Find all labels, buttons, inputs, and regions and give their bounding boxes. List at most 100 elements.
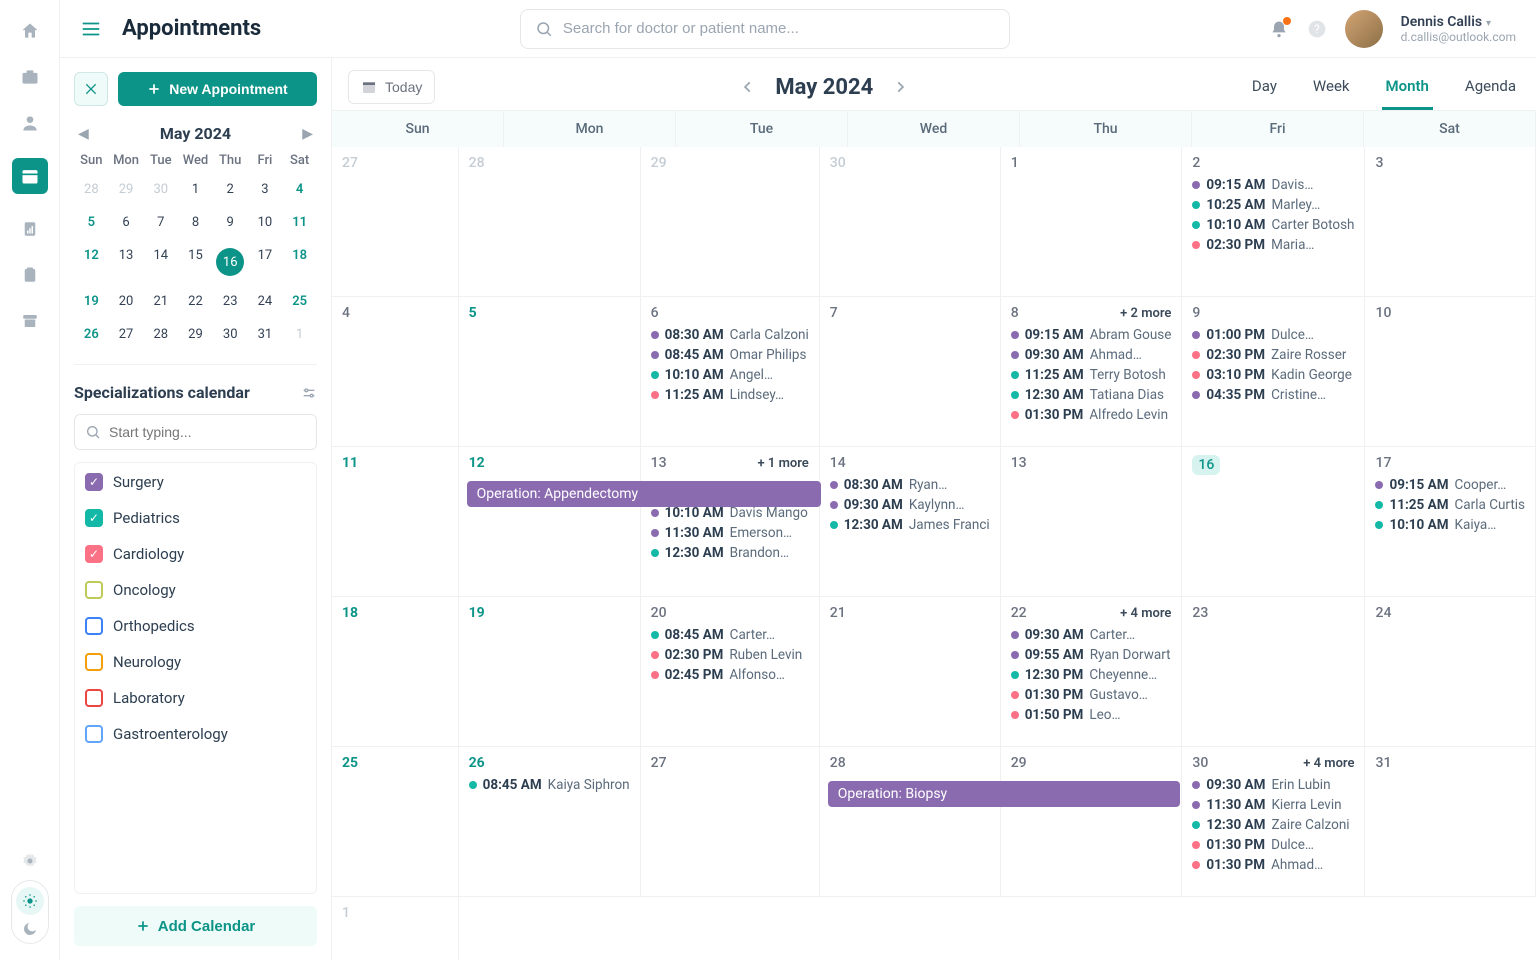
- mini-day[interactable]: 30: [143, 178, 178, 201]
- appointment-item[interactable]: 01:30 PMGustavo…: [1011, 687, 1172, 703]
- day-cell[interactable]: 16: [1182, 447, 1365, 597]
- day-cell[interactable]: 22+ 4 more09:30 AMCarter…09:55 AMRyan Do…: [1001, 597, 1183, 747]
- checkbox[interactable]: [85, 725, 103, 743]
- mini-day[interactable]: 31: [248, 323, 283, 346]
- appointment-item[interactable]: 11:25 AMLindsey…: [651, 387, 809, 403]
- day-cell[interactable]: 19: [459, 597, 641, 747]
- appointment-item[interactable]: 10:25 AMMarley…: [1192, 197, 1354, 213]
- mini-day[interactable]: 14: [143, 244, 178, 280]
- search-input[interactable]: [563, 20, 995, 37]
- mini-day[interactable]: 18: [282, 244, 317, 280]
- mini-next-month[interactable]: ▶: [302, 126, 313, 142]
- appointment-item[interactable]: 11:30 AMKierra Levin: [1192, 797, 1354, 813]
- day-cell[interactable]: 1: [1001, 147, 1183, 297]
- mini-day[interactable]: 9: [213, 211, 248, 234]
- mini-day[interactable]: 15: [178, 244, 213, 280]
- view-tab-week[interactable]: Week: [1309, 65, 1354, 110]
- mini-day[interactable]: 3: [248, 178, 283, 201]
- appointment-item[interactable]: 09:30 AMAhmad…: [1011, 347, 1172, 363]
- view-tab-day[interactable]: Day: [1248, 65, 1281, 110]
- mini-day[interactable]: 8: [178, 211, 213, 234]
- mini-day[interactable]: 29: [109, 178, 144, 201]
- search-box[interactable]: [520, 9, 1010, 49]
- day-cell[interactable]: 8+ 2 more09:15 AMAbram Gouse09:30 AMAhma…: [1001, 297, 1183, 447]
- prev-month-button[interactable]: [741, 80, 755, 94]
- mini-day[interactable]: 21: [143, 290, 178, 313]
- mini-day[interactable]: 6: [109, 211, 144, 234]
- mini-day[interactable]: 16: [213, 244, 248, 280]
- day-cell[interactable]: 28: [459, 147, 641, 297]
- mini-day[interactable]: 1: [178, 178, 213, 201]
- mini-day[interactable]: 30: [213, 323, 248, 346]
- day-cell[interactable]: 4: [332, 297, 459, 447]
- day-cell[interactable]: 209:15 AMDavis…10:25 AMMarley…10:10 AMCa…: [1182, 147, 1365, 297]
- specialization-item[interactable]: Laboratory: [85, 689, 306, 707]
- mini-day[interactable]: 12: [74, 244, 109, 280]
- mini-day[interactable]: 4: [282, 178, 317, 201]
- appointment-item[interactable]: 12:30 PMCheyenne…: [1011, 667, 1172, 683]
- nav-briefcase-icon[interactable]: [19, 66, 41, 88]
- appointment-item[interactable]: 09:15 AMDavis…: [1192, 177, 1354, 193]
- day-cell[interactable]: 1408:30 AMRyan…09:30 AMKaylynn…12:30 AMJ…: [820, 447, 1001, 597]
- day-cell[interactable]: 1709:15 AMCooper…11:25 AMCarla Curtis10:…: [1365, 447, 1536, 597]
- filter-icon[interactable]: [301, 385, 317, 401]
- nav-calendar-icon[interactable]: [12, 158, 48, 194]
- appointment-item[interactable]: 01:00 PMDulce…: [1192, 327, 1354, 343]
- nav-archive-icon[interactable]: [19, 310, 41, 332]
- day-cell[interactable]: 23: [1182, 597, 1365, 747]
- appointment-item[interactable]: 02:45 PMAlfonso…: [651, 667, 809, 683]
- mini-day[interactable]: 13: [109, 244, 144, 280]
- day-cell[interactable]: 13: [1001, 447, 1183, 597]
- specialization-search-input[interactable]: [109, 424, 306, 440]
- checkbox[interactable]: [85, 653, 103, 671]
- user-menu[interactable]: Dennis Callis▾ d.callis@outlook.com: [1401, 14, 1516, 44]
- notifications-icon[interactable]: [1269, 19, 1289, 39]
- specialization-item[interactable]: ✓Cardiology: [85, 545, 306, 563]
- day-cell[interactable]: 10: [1365, 297, 1536, 447]
- mini-prev-month[interactable]: ◀: [78, 126, 89, 142]
- mini-day[interactable]: 1: [282, 323, 317, 346]
- appointment-item[interactable]: 09:30 AMErin Lubin: [1192, 777, 1354, 793]
- help-icon[interactable]: ?: [1307, 19, 1327, 39]
- day-cell[interactable]: 7: [820, 297, 1001, 447]
- event-banner[interactable]: Operation: Appendectomy: [467, 481, 821, 507]
- event-banner[interactable]: Operation: Biopsy: [828, 781, 1180, 807]
- view-tab-agenda[interactable]: Agenda: [1461, 65, 1520, 110]
- nav-user-icon[interactable]: [19, 112, 41, 134]
- checkbox[interactable]: ✓: [85, 473, 103, 491]
- specialization-item[interactable]: Oncology: [85, 581, 306, 599]
- appointment-item[interactable]: 12:30 AMJames Franci: [830, 517, 990, 533]
- appointment-item[interactable]: 09:15 AMAbram Gouse: [1011, 327, 1172, 343]
- day-cell[interactable]: 13+ 1 more10:10 AMDavis Mango11:30 AMEme…: [641, 447, 820, 597]
- appointment-item[interactable]: 02:30 PMZaire Rosser: [1192, 347, 1354, 363]
- day-cell[interactable]: 3: [1365, 147, 1536, 297]
- add-calendar-button[interactable]: Add Calendar: [74, 906, 317, 946]
- day-cell[interactable]: 27: [332, 147, 459, 297]
- appointment-item[interactable]: 10:10 AMAngel…: [651, 367, 809, 383]
- nav-clipboard-icon[interactable]: [19, 264, 41, 286]
- day-cell[interactable]: 1: [332, 897, 459, 960]
- specialization-item[interactable]: ✓Surgery: [85, 473, 306, 491]
- day-cell[interactable]: 30+ 4 more09:30 AMErin Lubin11:30 AMKier…: [1182, 747, 1365, 897]
- day-cell[interactable]: 25: [332, 747, 459, 897]
- today-button[interactable]: Today: [348, 70, 435, 104]
- appointment-item[interactable]: 12:30 AMTatiana Dias: [1011, 387, 1172, 403]
- mini-day[interactable]: 2: [213, 178, 248, 201]
- day-cell[interactable]: 901:00 PMDulce…02:30 PMZaire Rosser03:10…: [1182, 297, 1365, 447]
- day-cell[interactable]: 29: [641, 147, 820, 297]
- checkbox[interactable]: ✓: [85, 509, 103, 527]
- mini-day[interactable]: 22: [178, 290, 213, 313]
- mini-day[interactable]: 19: [74, 290, 109, 313]
- day-cell[interactable]: 21: [820, 597, 1001, 747]
- checkbox[interactable]: [85, 581, 103, 599]
- specialization-search[interactable]: [74, 414, 317, 450]
- day-cell[interactable]: 27: [641, 747, 820, 897]
- day-cell[interactable]: 28Operation: Biopsy: [820, 747, 1001, 897]
- appointment-item[interactable]: 08:30 AMCarla Calzoni: [651, 327, 809, 343]
- appointment-item[interactable]: 09:30 AMKaylynn…: [830, 497, 990, 513]
- menu-icon[interactable]: [80, 18, 102, 40]
- view-tab-month[interactable]: Month: [1382, 65, 1433, 110]
- day-cell[interactable]: 31: [1365, 747, 1536, 897]
- more-link[interactable]: + 4 more: [1303, 756, 1354, 771]
- appointment-item[interactable]: 01:50 PMLeo…: [1011, 707, 1172, 723]
